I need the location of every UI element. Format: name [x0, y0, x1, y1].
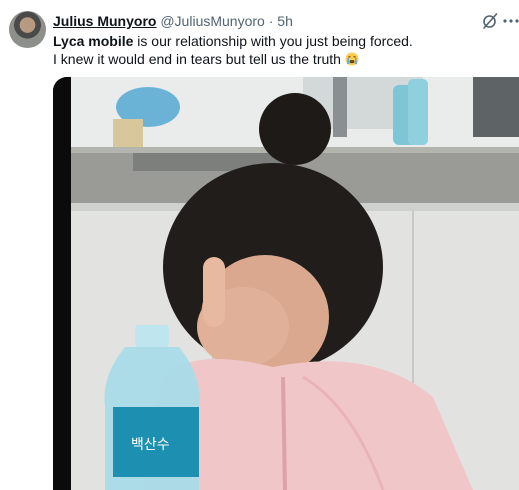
avatar[interactable]	[9, 11, 46, 48]
more-icon[interactable]	[502, 12, 519, 30]
tweet-text-line-1: Lyca mobile is our relationship with you…	[53, 32, 503, 50]
tweet-header: Julius Munyoro @JuliusMunyoro · 5h	[53, 12, 293, 30]
grok-icon[interactable]	[481, 12, 499, 30]
separator-dot: ·	[268, 13, 274, 29]
author-name[interactable]: Julius Munyoro	[53, 13, 156, 29]
tweet-media-image[interactable]: 백산수	[53, 77, 519, 490]
tweet[interactable]: Julius Munyoro @JuliusMunyoro · 5h Lyca …	[0, 0, 519, 490]
crying-face-icon	[345, 52, 359, 66]
media-illustration: 백산수	[53, 77, 519, 490]
bottle-label: 백산수	[131, 437, 170, 453]
timestamp[interactable]: 5h	[277, 13, 293, 29]
author-handle[interactable]: @JuliusMunyoro	[160, 13, 264, 29]
tweet-text-bold: Lyca mobile	[53, 33, 134, 49]
tweet-text-line-2-content: I knew it would end in tears but tell us…	[53, 51, 341, 67]
tweet-text-line-2: I knew it would end in tears but tell us…	[53, 50, 503, 68]
tweet-text: Lyca mobile is our relationship with you…	[53, 32, 503, 68]
tweet-text-rest: is our relationship with you just being …	[133, 33, 413, 49]
